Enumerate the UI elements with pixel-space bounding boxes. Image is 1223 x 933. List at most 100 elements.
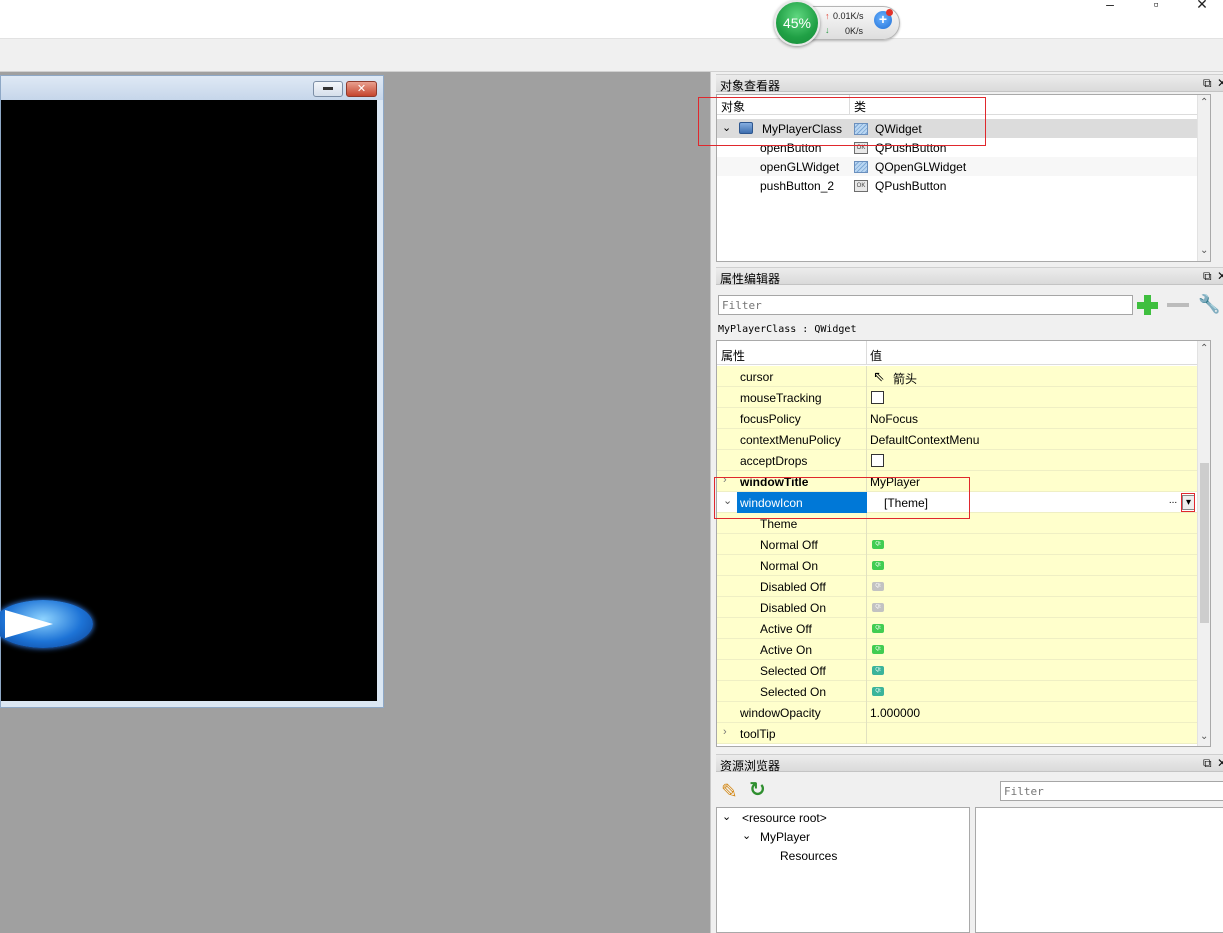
tree-item-myplayer[interactable]: MyPlayer	[760, 830, 810, 844]
chevron-right-icon[interactable]: ›	[723, 726, 727, 738]
notification-dot	[886, 9, 893, 16]
prop-value[interactable]: DefaultContextMenu	[870, 433, 979, 447]
highlight-box-windowicon	[714, 477, 970, 519]
prop-name: cursor	[740, 370, 774, 384]
resource-filter-input[interactable]	[1000, 781, 1223, 801]
chevron-down-icon[interactable]: ⌄	[742, 829, 751, 842]
object-name: openGLWidget	[760, 160, 840, 174]
object-inspector-scrollbar[interactable]: ⌃ ⌄	[1197, 95, 1210, 261]
prop-selected-on[interactable]: Selected On Qt	[717, 681, 1210, 702]
play-icon	[5, 610, 53, 638]
qt-icon[interactable]: Qt	[872, 603, 884, 612]
maximize-button[interactable]: ▫	[1136, 0, 1176, 12]
download-speed: 0K/s	[844, 26, 863, 36]
opengl-widget[interactable]	[0, 100, 377, 701]
prop-name: Normal On	[760, 559, 819, 573]
float-icon[interactable]: ⧉	[1203, 269, 1212, 284]
prop-name: Disabled Off	[760, 580, 826, 594]
prop-value[interactable]: 箭头	[893, 370, 917, 387]
tree-item-resource-root[interactable]: <resource root>	[742, 811, 827, 825]
toolbar	[0, 38, 1223, 72]
qt-icon[interactable]: Qt	[872, 561, 884, 570]
prop-contextmenupolicy[interactable]: contextMenuPolicy DefaultContextMenu	[717, 429, 1210, 450]
column-property[interactable]: 属性	[721, 347, 745, 364]
qt-icon[interactable]: Qt	[872, 582, 884, 591]
prop-windowopacity[interactable]: windowOpacity 1.000000	[717, 702, 1210, 723]
prop-cursor[interactable]: cursor ⇖ 箭头	[717, 366, 1210, 387]
close-icon[interactable]: ✕	[1217, 269, 1223, 283]
prop-focuspolicy[interactable]: focusPolicy NoFocus	[717, 408, 1210, 429]
pushbutton-icon: OK	[854, 180, 868, 192]
prop-tooltip[interactable]: › toolTip	[717, 723, 1210, 744]
acceptdrops-checkbox[interactable]	[871, 454, 884, 467]
prop-active-on[interactable]: Active On Qt	[717, 639, 1210, 660]
pencil-icon[interactable]: ✎	[721, 779, 738, 804]
upload-speed: 0.01K/s	[833, 11, 864, 21]
object-class: QPushButton	[875, 179, 947, 193]
resource-browser-title: 资源浏览器	[720, 759, 781, 773]
float-icon[interactable]: ⧉	[1203, 756, 1212, 771]
prop-name: Normal Off	[760, 538, 818, 552]
minimize-button[interactable]: –	[1090, 0, 1130, 12]
prop-name: Active On	[760, 643, 813, 657]
close-icon[interactable]: ✕	[1217, 756, 1223, 770]
qt-icon[interactable]: Qt	[872, 645, 884, 654]
form-close-button[interactable]: ✕	[346, 81, 377, 97]
float-icon[interactable]: ⧉	[1203, 76, 1212, 91]
tree-row-openglwidget[interactable]: openGLWidget QOpenGLWidget	[717, 157, 1210, 176]
prop-disabled-off[interactable]: Disabled Off Qt	[717, 576, 1210, 597]
memory-percent[interactable]: 45%	[774, 0, 820, 46]
prop-name: Selected On	[760, 685, 827, 699]
form-window[interactable]: ▬ ✕	[0, 75, 384, 708]
upload-arrow-icon: ↑	[825, 11, 830, 21]
property-editor-scrollbar[interactable]: ⌃ ⌄	[1197, 341, 1210, 746]
mousetracking-checkbox[interactable]	[871, 391, 884, 404]
property-editor[interactable]: 属性 值 cursor ⇖ 箭头 mouseTracking focusPoli…	[716, 340, 1211, 747]
column-value[interactable]: 值	[870, 347, 882, 364]
resource-tree[interactable]: ⌄ <resource root> ⌄ MyPlayer Resources	[716, 807, 970, 933]
prop-acceptdrops[interactable]: acceptDrops	[717, 450, 1210, 471]
play-button[interactable]	[0, 600, 93, 648]
object-name: pushButton_2	[760, 179, 835, 193]
form-minimize-button[interactable]: ▬	[313, 81, 343, 97]
prop-value[interactable]: NoFocus	[870, 412, 918, 426]
network-monitor[interactable]: ↑ 0.01K/s ↓ 0K/s 45% +	[774, 0, 902, 46]
refresh-icon[interactable]: ↻	[749, 777, 766, 802]
property-editor-titlebar: 属性编辑器 ⧉ ✕	[716, 267, 1223, 286]
resource-view[interactable]	[975, 807, 1223, 933]
wrench-icon[interactable]: 🔧	[1198, 294, 1220, 316]
qt-icon[interactable]: Qt	[872, 540, 884, 549]
design-canvas[interactable]: ▬ ✕	[0, 72, 710, 933]
right-dock: 对象查看器 ⧉ ✕ 对象 类 ⌄ MyPlayerClass QWidget o…	[698, 72, 1223, 933]
prop-name: windowOpacity	[740, 706, 821, 720]
prop-mousetracking[interactable]: mouseTracking	[717, 387, 1210, 408]
prop-name: Selected Off	[760, 664, 826, 678]
prop-value[interactable]: 1.000000	[870, 706, 920, 720]
prop-selected-off[interactable]: Selected Off Qt	[717, 660, 1210, 681]
prop-normal-on[interactable]: Normal On Qt	[717, 555, 1210, 576]
plus-icon[interactable]	[1136, 293, 1158, 317]
qt-icon[interactable]: Qt	[872, 624, 884, 633]
prop-name: toolTip	[740, 727, 776, 741]
chevron-down-icon[interactable]: ⌄	[722, 810, 731, 823]
property-filter-input[interactable]	[718, 295, 1133, 315]
tree-row-pushbutton2[interactable]: pushButton_2 OK QPushButton	[717, 176, 1210, 195]
highlight-box-dropdown	[1181, 493, 1195, 512]
scrollbar-thumb[interactable]	[1200, 463, 1209, 623]
arrow-cursor-icon: ⇖	[873, 368, 885, 384]
qt-icon[interactable]: Qt	[872, 666, 884, 675]
tree-item-resources[interactable]: Resources	[780, 849, 837, 863]
minus-icon[interactable]	[1167, 303, 1189, 307]
prop-disabled-on[interactable]: Disabled On Qt	[717, 597, 1210, 618]
resource-browser-titlebar: 资源浏览器 ⧉ ✕	[716, 754, 1223, 773]
qt-icon[interactable]: Qt	[872, 687, 884, 696]
prop-active-off[interactable]: Active Off Qt	[717, 618, 1210, 639]
prop-name: Disabled On	[760, 601, 827, 615]
prop-normal-off[interactable]: Normal Off Qt	[717, 534, 1210, 555]
prop-name: focusPolicy	[740, 412, 801, 426]
close-icon[interactable]: ✕	[1217, 76, 1223, 90]
form-title-bar: ▬ ✕	[1, 76, 383, 100]
ellipsis-button[interactable]: ...	[1166, 495, 1180, 510]
download-arrow-icon: ↓	[825, 25, 830, 35]
close-window-button[interactable]: ✕	[1182, 0, 1222, 12]
